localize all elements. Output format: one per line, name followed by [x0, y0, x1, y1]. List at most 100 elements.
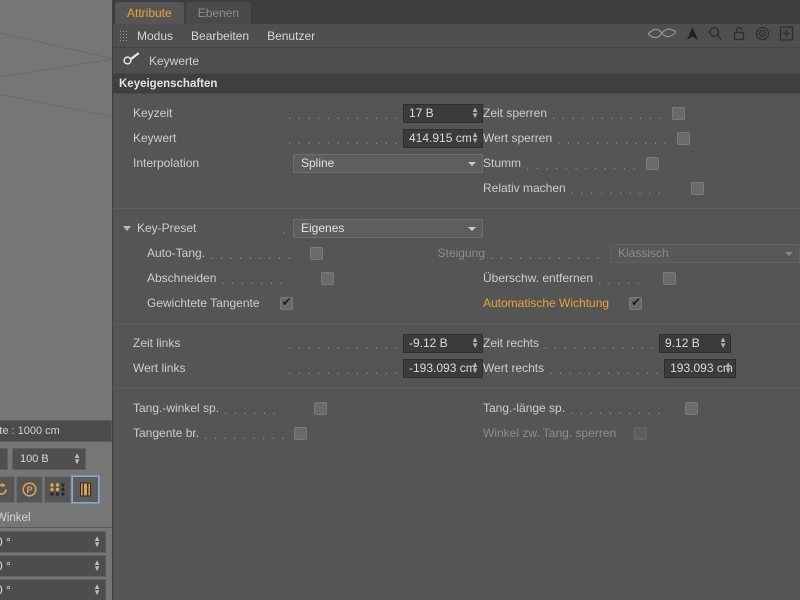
loop-icon[interactable] — [0, 476, 15, 503]
label-wert-sperren: Wert sperren — [483, 131, 552, 145]
svg-text:P: P — [26, 485, 32, 495]
collapse-triangle-icon[interactable] — [123, 226, 131, 231]
menu-item-bearbeiten[interactable]: Bearbeiten — [191, 29, 249, 43]
filmstrip-icon[interactable] — [72, 476, 99, 503]
current-frame-field[interactable]: 1 — [0, 448, 8, 470]
label-winkel-zw-tang-sperren: Winkel zw. Tang. sperren — [483, 426, 616, 440]
row: Keywert . . . . . . . . . . . . . 414.91… — [113, 127, 800, 149]
tab-bar: Attribute Ebenen — [113, 0, 800, 24]
dot-leader: . . . . . — [598, 274, 658, 286]
row: Relativ machen . . . . . . . . . . — [113, 177, 800, 199]
frame-range-value: 100 B — [20, 453, 49, 465]
keywert-field[interactable]: 414.915 cm ▲▼ — [403, 129, 483, 148]
stepper-icon[interactable]: ▲▼ — [93, 536, 101, 548]
menu-item-benutzer[interactable]: Benutzer — [267, 29, 315, 43]
tab-ebenen[interactable]: Ebenen — [186, 2, 251, 24]
checkbox-wert-sperren[interactable] — [677, 132, 690, 145]
wert-links-value: -193.093 cm — [409, 361, 476, 375]
row: Tangente br. . . . . . . . . . . Winkel … — [113, 422, 800, 444]
search-icon[interactable] — [708, 26, 723, 46]
interpolation-value: Spline — [301, 156, 334, 170]
tab-attribute[interactable]: Attribute — [115, 2, 184, 24]
checkbox-automatische-wichtung[interactable] — [629, 297, 642, 310]
row: Keyzeit . . . . . . . . . . . . . 17 B ▲… — [113, 102, 800, 124]
dot-leader: . . . . . . . . . . . . . — [288, 109, 398, 121]
stepper-icon[interactable]: ▲▼ — [471, 362, 479, 374]
group-tangent-values: Zeit links . . . . . . . . . . . . -9.12… — [113, 324, 800, 389]
label-wert-rechts: Wert rechts — [483, 361, 544, 375]
checkbox-gewichtete-tangente[interactable] — [280, 297, 293, 310]
playback-p-icon[interactable]: P — [16, 476, 43, 503]
zeit-rechts-field[interactable]: 9.12 B ▲▼ — [659, 334, 731, 353]
chevron-down-icon — [468, 227, 476, 231]
row: Interpolation . . . . . . . . . . Spline… — [113, 152, 800, 174]
steigung-value: Klassisch — [618, 246, 669, 260]
dot-leader: . . . . . . . . . . . . — [288, 364, 398, 376]
checkbox-relativ-machen[interactable] — [691, 182, 704, 195]
chevron-down-icon — [468, 162, 476, 166]
frame-range-field[interactable]: 100 B ▲▼ — [12, 448, 86, 470]
attribute-manager: Attribute Ebenen Modus Bearbeiten Benutz… — [112, 0, 800, 600]
label-gewichtete-tangente: Gewichtete Tangente — [147, 296, 260, 310]
target-icon[interactable] — [755, 26, 770, 46]
winkel-value-x: 0 ° — [0, 535, 11, 549]
checkbox-stumm[interactable] — [646, 157, 659, 170]
label-automatische-wichtung: Automatische Wichtung — [483, 296, 609, 310]
stepper-icon[interactable]: ▲▼ — [93, 584, 101, 596]
dot-leader: . . . . . . . . . . — [204, 429, 289, 441]
label-relativ-machen: Relativ machen — [483, 181, 566, 195]
spline-curve-icon[interactable] — [647, 27, 677, 45]
winkel-field-y[interactable]: 0 ° ▲▼ — [0, 555, 106, 577]
keyzeit-field[interactable]: 17 B ▲▼ — [403, 104, 483, 123]
dot-leader: . . . . . . . . . . . . . — [490, 249, 605, 261]
winkel-value-z: 0 ° — [0, 583, 11, 597]
pointer-arrow-icon[interactable] — [686, 26, 699, 46]
drag-grip-icon[interactable] — [119, 30, 129, 41]
wert-rechts-field[interactable]: 193.093 cm ▲▼ — [664, 359, 736, 378]
winkel-field-z[interactable]: 0 ° ▲▼ — [0, 579, 106, 600]
zeit-rechts-value: 9.12 B — [665, 336, 700, 350]
label-stumm: Stumm — [483, 156, 521, 170]
checkbox-auto-tang[interactable] — [310, 247, 323, 260]
dot-leader: . . . . . . . . . . . . — [549, 364, 659, 376]
row: Abschneiden . . . . . . . Überschw. entf… — [113, 267, 800, 289]
checkbox-tang-laenge-sp[interactable] — [685, 402, 698, 415]
wert-links-field[interactable]: -193.093 cm ▲▼ — [403, 359, 483, 378]
object-row[interactable]: Keywerte — [113, 48, 800, 74]
winkel-field-x[interactable]: 0 ° ▲▼ — [0, 531, 106, 553]
dot-grid-icon[interactable] — [44, 476, 71, 503]
stepper-icon[interactable]: ▲▼ — [471, 337, 479, 349]
dot-leader: . . . . . . . . . . . . — [288, 339, 398, 351]
checkbox-ueberschw-entfernen[interactable] — [663, 272, 676, 285]
dot-leader: . . . . . . . . . . . . . — [544, 339, 654, 351]
checkbox-zeit-sperren[interactable] — [672, 107, 685, 120]
focal-length-readout: erweite : 1000 cm — [0, 420, 112, 442]
row: Auto-Tang. . . . . . . . . . Steigung . … — [113, 242, 800, 264]
menu-bar: Modus Bearbeiten Benutzer — [113, 24, 800, 48]
key-preset-dropdown[interactable]: Eigenes — [293, 219, 483, 238]
menu-item-modus[interactable]: Modus — [137, 29, 173, 43]
stepper-icon[interactable]: ▲▼ — [471, 107, 479, 119]
stepper-icon[interactable]: ▲▼ — [719, 337, 727, 349]
dot-leader: . . . . . . . . . . — [571, 184, 686, 196]
keyzeit-value: 17 B — [409, 106, 434, 120]
stepper-icon[interactable]: ▲▼ — [93, 560, 101, 572]
stepper-icon[interactable]: ▲▼ — [724, 362, 732, 374]
dot-leader: . . . . . . . — [221, 274, 316, 286]
winkel-section-header: Winkel — [0, 508, 112, 528]
interpolation-dropdown[interactable]: Spline — [293, 154, 483, 173]
add-box-icon[interactable] — [779, 26, 794, 46]
viewport-grid-line — [0, 92, 112, 129]
stepper-icon[interactable]: ▲▼ — [471, 132, 479, 144]
checkbox-tang-winkel-sp[interactable] — [314, 402, 327, 415]
lock-icon[interactable] — [732, 26, 746, 46]
section-header-keyeigenschaften: Keyeigenschaften — [113, 74, 800, 94]
dot-leader: . . . . . . — [224, 404, 309, 416]
checkbox-tangente-br[interactable] — [294, 427, 307, 440]
label-tang-winkel-sp: Tang.-winkel sp. — [133, 401, 219, 415]
stepper-icon[interactable]: ▲▼ — [73, 453, 81, 465]
zeit-links-field[interactable]: -9.12 B ▲▼ — [403, 334, 483, 353]
label-keyzeit: Keyzeit — [133, 106, 172, 120]
dot-leader: . . . . . . . . . . — [570, 404, 680, 416]
checkbox-abschneiden[interactable] — [321, 272, 334, 285]
